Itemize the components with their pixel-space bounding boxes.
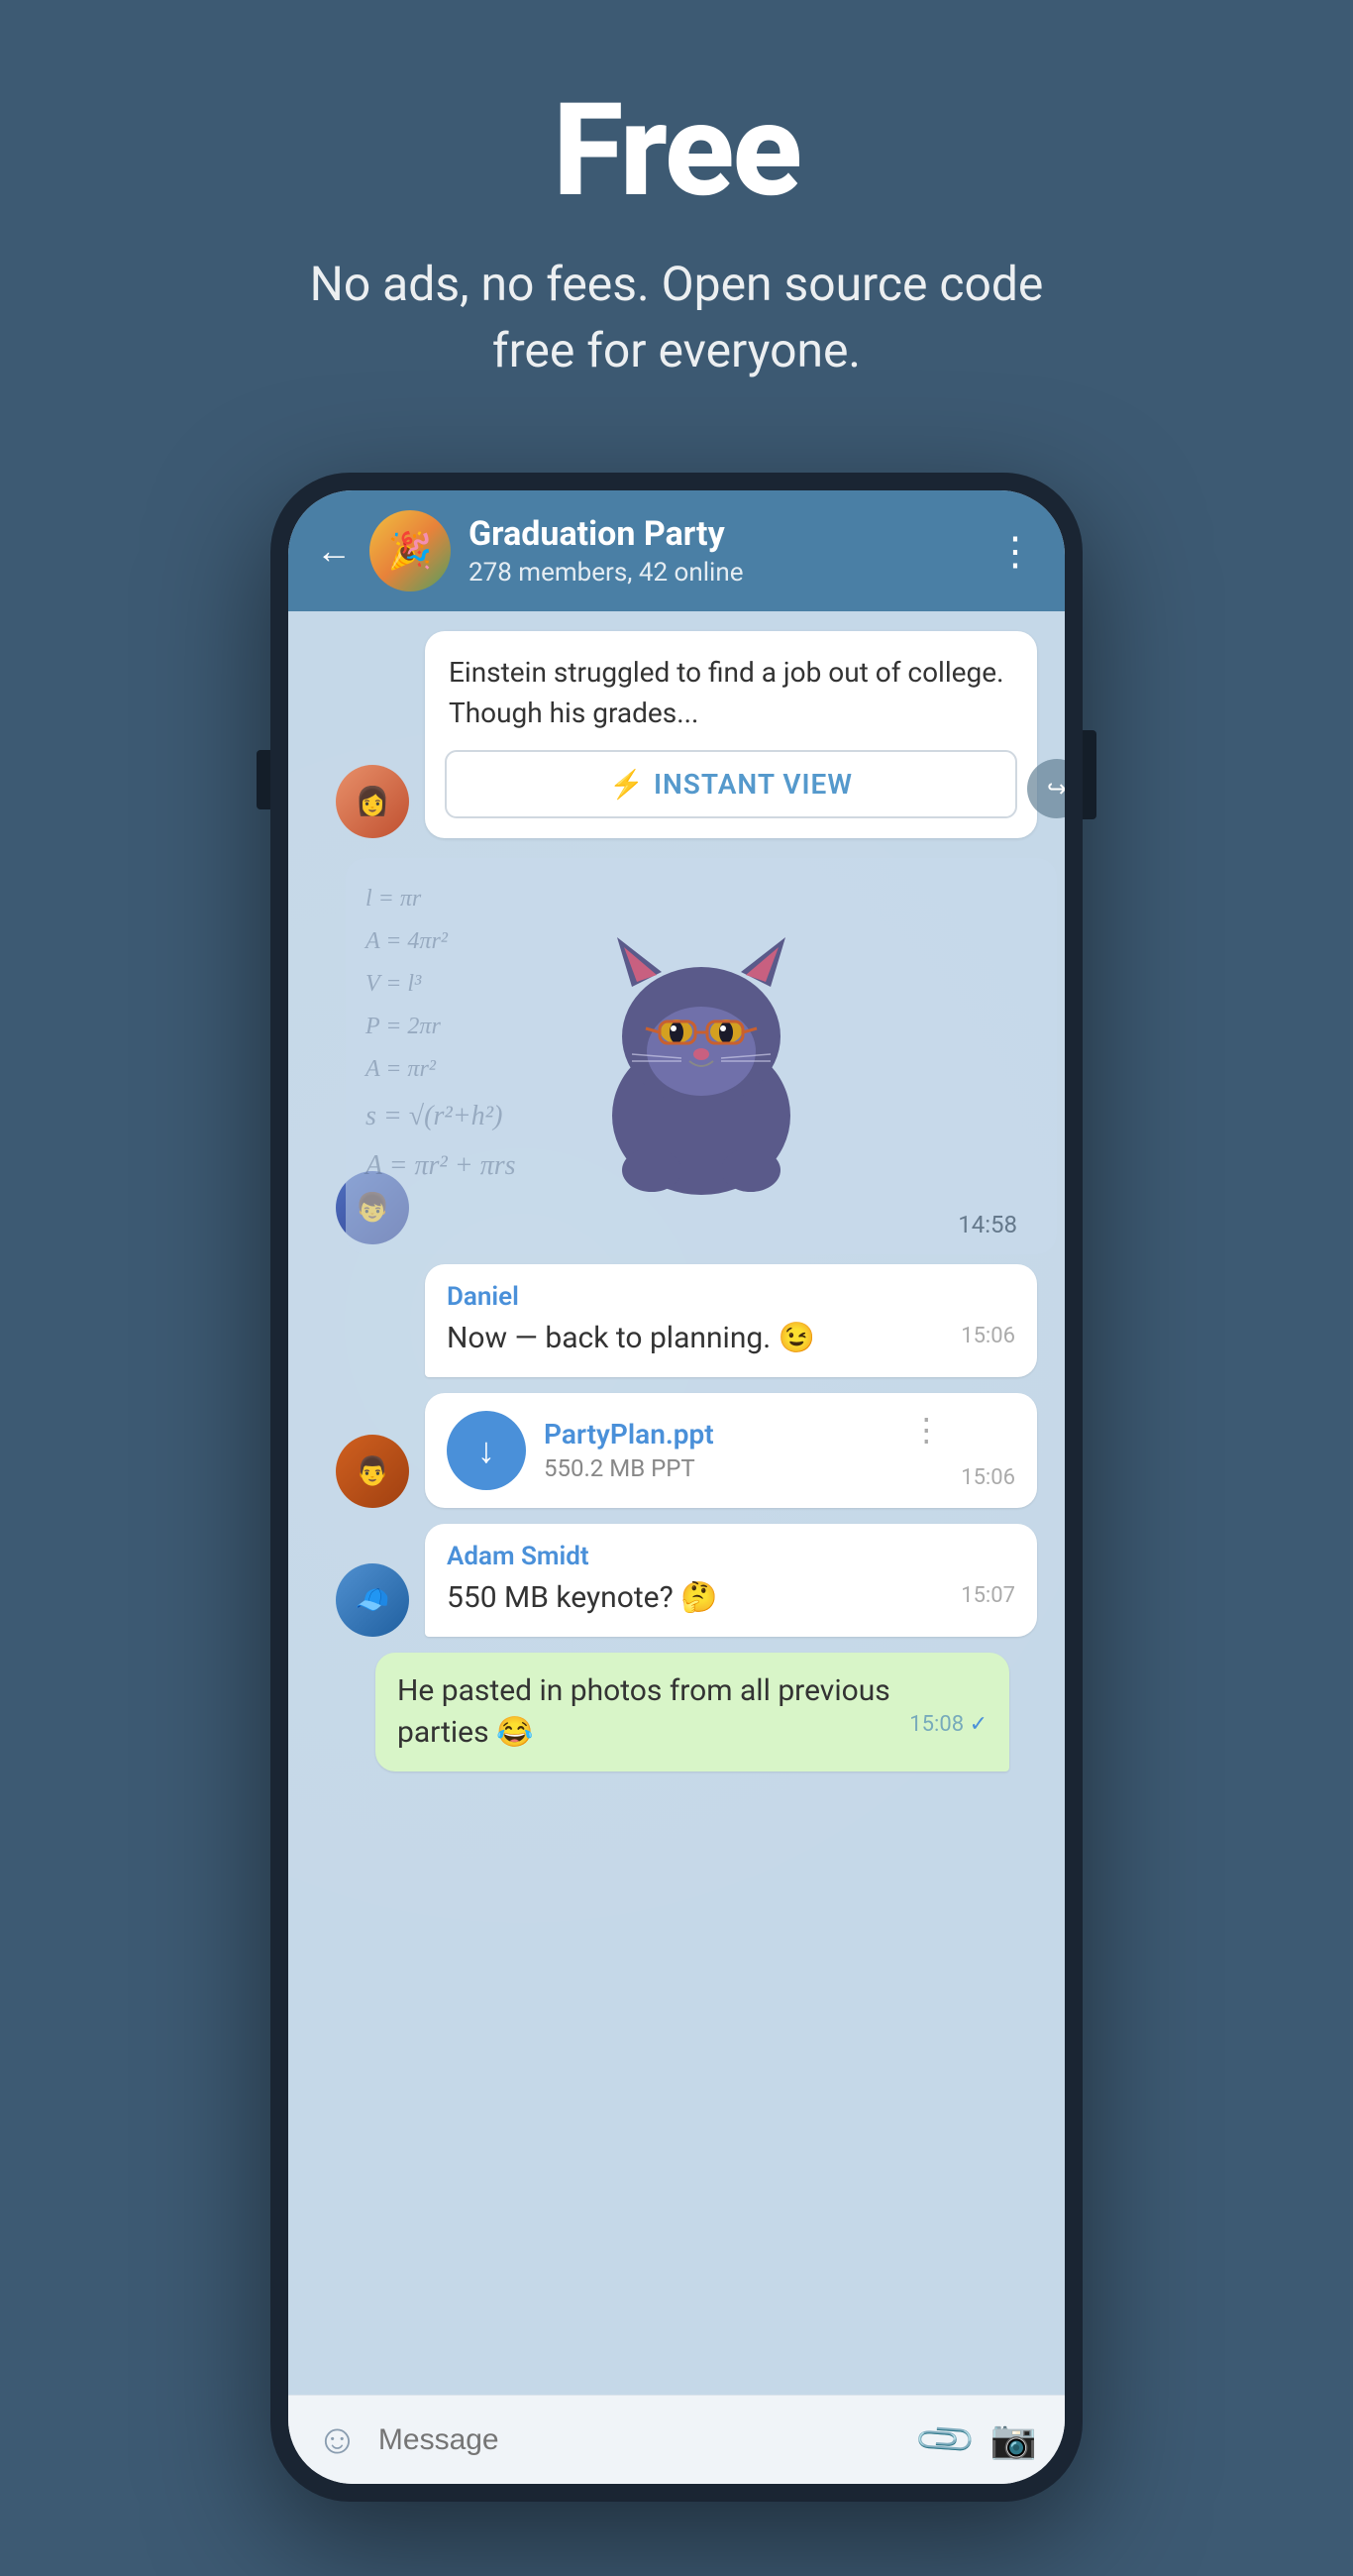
message-time-self: 15:08 ✓ <box>909 1712 988 1737</box>
file-size: 550.2 MB PPT <box>544 1454 892 1482</box>
group-name: Graduation Party <box>468 514 978 554</box>
back-button[interactable]: ← <box>316 530 352 572</box>
check-mark-icon: ✓ <box>970 1712 988 1737</box>
group-members: 278 members, 42 online <box>468 558 978 588</box>
file-time: 15:06 <box>961 1465 1015 1490</box>
message-row-daniel: Daniel Now — back to planning. 😉 15:06 <box>316 1264 1037 1377</box>
message-bubble-self: He pasted in photos from all previous pa… <box>375 1653 1009 1771</box>
instant-view-label: INSTANT VIEW <box>654 768 853 801</box>
attach-button[interactable]: 📎 <box>912 2407 980 2474</box>
emoji-button[interactable]: ☺ <box>316 2415 359 2464</box>
file-download-button[interactable]: ↓ <box>447 1411 526 1490</box>
message-time-adam: 15:07 <box>961 1583 1015 1608</box>
message-row-self: He pasted in photos from all previous pa… <box>316 1653 1037 1771</box>
article-bubble: Einstein struggled to find a job out of … <box>425 631 1037 837</box>
message-sender-adam: Adam Smidt <box>447 1542 1015 1571</box>
hero-section: Free No ads, no fees. Open source code f… <box>0 0 1353 443</box>
chat-header: ← 🎉 Graduation Party 278 members, 42 onl… <box>288 490 1065 611</box>
message-time-daniel: 15:06 <box>961 1324 1015 1348</box>
hero-title: Free <box>553 79 800 221</box>
chat-input-bar: ☺ 📎 📷 <box>288 2395 1065 2484</box>
bolt-icon: ⚡ <box>609 768 644 801</box>
group-info: Graduation Party 278 members, 42 online <box>468 514 978 588</box>
file-name: PartyPlan.ppt <box>544 1418 892 1450</box>
message-text-daniel: Now — back to planning. 😉 <box>447 1321 815 1355</box>
phone-outer: ← 🎉 Graduation Party 278 members, 42 onl… <box>270 473 1083 2502</box>
message-sender-daniel: Daniel <box>447 1282 1015 1312</box>
phone-wrapper: ← 🎉 Graduation Party 278 members, 42 onl… <box>270 473 1083 2502</box>
group-avatar: 🎉 <box>369 510 451 591</box>
message-bubble-daniel: Daniel Now — back to planning. 😉 15:06 <box>425 1264 1037 1377</box>
message-input[interactable] <box>378 2423 901 2457</box>
avatar-adam: 🧢 <box>336 1563 409 1637</box>
file-more-options[interactable]: ⋮ <box>910 1411 943 1449</box>
avatar-man: 👨 <box>336 1435 409 1508</box>
article-wrapper: 👩 Einstein struggled to find a job out o… <box>316 631 1037 837</box>
chat-body: 👩 Einstein struggled to find a job out o… <box>288 611 1065 2395</box>
sticker-time: 14:58 <box>958 1211 1017 1238</box>
cat-sticker-svg <box>572 908 830 1205</box>
message-text-self: He pasted in photos from all previous pa… <box>397 1673 890 1750</box>
sticker-background: l = πr A = 4πr² V = l³ P = 2πr A = πr² s… <box>346 858 1057 1254</box>
phone-screen: ← 🎉 Graduation Party 278 members, 42 onl… <box>288 490 1065 2484</box>
message-row-adam: 🧢 Adam Smidt 550 MB keynote? 🤔 15:07 <box>316 1524 1037 1637</box>
message-bubble-adam: Adam Smidt 550 MB keynote? 🤔 15:07 <box>425 1524 1037 1637</box>
file-bubble: ↓ PartyPlan.ppt 550.2 MB PPT ⋮ 15:06 <box>425 1393 1037 1508</box>
message-row-file: 👨 ↓ PartyPlan.ppt 550.2 MB PPT ⋮ 15:06 <box>316 1393 1037 1508</box>
sticker-area: 👦 l = πr A = 4πr² V = l³ P = 2πr A = πr²… <box>425 858 1037 1254</box>
instant-view-button[interactable]: ⚡ INSTANT VIEW <box>445 750 1017 818</box>
hero-subtitle: No ads, no fees. Open source code free f… <box>305 251 1048 383</box>
article-text: Einstein struggled to find a job out of … <box>425 631 1037 749</box>
camera-button[interactable]: 📷 <box>990 2418 1037 2462</box>
file-info: PartyPlan.ppt 550.2 MB PPT <box>544 1418 892 1482</box>
more-options-button[interactable]: ⋮ <box>995 528 1037 575</box>
avatar-girl: 👩 <box>336 765 409 838</box>
message-text-adam: 550 MB keynote? 🤔 <box>447 1580 718 1615</box>
cat-sticker <box>563 898 840 1215</box>
